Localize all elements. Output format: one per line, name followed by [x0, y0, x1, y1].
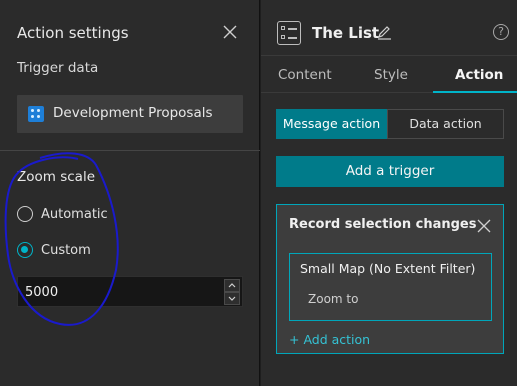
- trigger-card: Record selection changes Small Map (No E…: [276, 204, 504, 354]
- divider: [261, 55, 517, 56]
- tab-style[interactable]: Style: [374, 67, 408, 83]
- add-trigger-button[interactable]: Add a trigger: [276, 156, 504, 187]
- action-target-box[interactable]: Small Map (No Extent Filter) Zoom to: [289, 253, 492, 321]
- action-settings-panel: Action settings Trigger data Development…: [0, 0, 260, 386]
- tab-content[interactable]: Content: [278, 67, 332, 83]
- close-icon[interactable]: [477, 218, 491, 237]
- trigger-card-title: Record selection changes: [289, 217, 477, 232]
- data-action-button[interactable]: Data action: [387, 109, 504, 139]
- help-icon[interactable]: ?: [493, 24, 509, 40]
- widget-title: The List: [312, 24, 380, 42]
- add-action-link[interactable]: + Add action: [289, 332, 370, 347]
- target-widget-name: Small Map (No Extent Filter): [300, 261, 476, 276]
- message-action-button[interactable]: Message action: [276, 109, 387, 139]
- annotation-scribble: [4, 152, 119, 326]
- active-tab-indicator: [433, 91, 517, 93]
- list-widget-icon: [277, 21, 301, 45]
- action-name: Zoom to: [308, 292, 359, 306]
- tab-action[interactable]: Action: [455, 67, 503, 83]
- edit-icon[interactable]: [377, 25, 392, 44]
- widget-settings-panel: The List ? Content Style Action Message …: [261, 0, 517, 386]
